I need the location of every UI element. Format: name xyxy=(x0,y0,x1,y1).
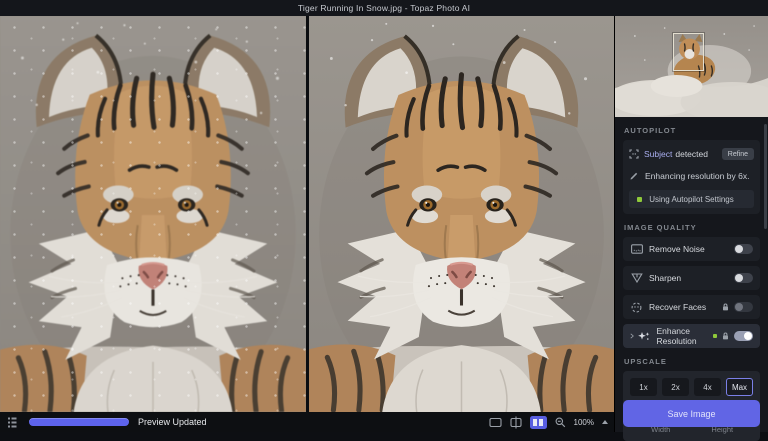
split-view-icon[interactable] xyxy=(510,416,522,429)
comparison-canvas xyxy=(0,16,614,412)
autopilot-header: AUTOPILOT xyxy=(624,126,759,135)
enhance-resolution-label: Enhance Resolution xyxy=(656,326,713,346)
save-image-button[interactable]: Save Image xyxy=(623,400,760,427)
before-image[interactable] xyxy=(0,16,306,412)
upscale-header: UPSCALE xyxy=(624,357,759,366)
autopilot-settings-button[interactable]: Using Autopilot Settings xyxy=(629,190,754,208)
enhancing-text: Enhancing resolution by 6x. xyxy=(645,171,749,181)
sharpen-label: Sharpen xyxy=(649,273,681,283)
enhance-resolution-toggle[interactable] xyxy=(734,331,753,341)
noise-icon xyxy=(630,244,643,254)
enhance-resolution-row[interactable]: Enhance Resolution xyxy=(623,324,760,348)
zoom-out-icon[interactable] xyxy=(555,417,566,428)
edit-pencil-icon xyxy=(629,171,639,181)
sharpen-icon xyxy=(630,273,643,283)
refine-button[interactable]: Refine xyxy=(722,148,754,160)
scale-2x-button[interactable]: 2x xyxy=(662,378,689,396)
zoom-caret-icon[interactable] xyxy=(602,420,608,424)
autopilot-status-dot xyxy=(637,197,642,202)
chevron-right-icon[interactable] xyxy=(630,332,634,340)
remove-noise-label: Remove Noise xyxy=(649,244,705,254)
image-quality-header: IMAGE QUALITY xyxy=(624,223,759,232)
subject-detected-row: Subject detected Refine xyxy=(629,146,754,162)
after-image[interactable] xyxy=(309,16,614,412)
enhance-status-dot xyxy=(713,334,717,338)
side-by-side-view-icon[interactable] xyxy=(530,416,547,429)
progress-bar xyxy=(29,418,129,426)
sharpen-row[interactable]: Sharpen xyxy=(623,266,760,290)
settings-sidebar: AUTOPILOT Subject detected Refine Enhanc… xyxy=(614,16,768,432)
subject-frame-icon xyxy=(629,149,639,159)
recover-faces-label: Recover Faces xyxy=(649,302,706,312)
queue-icon[interactable] xyxy=(8,417,17,428)
zoom-level[interactable]: 100% xyxy=(574,418,594,427)
lock-icon xyxy=(722,303,729,311)
remove-noise-row[interactable]: Remove Noise xyxy=(623,237,760,261)
navigator-viewport-box[interactable] xyxy=(673,33,704,71)
single-view-icon[interactable] xyxy=(489,417,502,428)
remove-noise-toggle[interactable] xyxy=(734,244,753,254)
sparkles-icon xyxy=(638,331,650,342)
status-text: Preview Updated xyxy=(138,417,207,427)
enhancing-row: Enhancing resolution by 6x. xyxy=(629,170,754,182)
lock-icon xyxy=(722,332,729,340)
status-bar: Preview Updated 100% xyxy=(0,412,614,432)
sharpen-toggle[interactable] xyxy=(734,273,753,283)
recover-faces-toggle[interactable] xyxy=(734,302,753,312)
scale-4x-button[interactable]: 4x xyxy=(694,378,721,396)
autopilot-settings-label: Using Autopilot Settings xyxy=(649,195,734,204)
autopilot-card: Subject detected Refine Enhancing resolu… xyxy=(623,140,760,214)
scale-max-button[interactable]: Max xyxy=(726,378,753,396)
face-icon xyxy=(630,302,643,313)
subject-status: detected xyxy=(675,149,708,159)
recover-faces-row[interactable]: Recover Faces xyxy=(623,295,760,319)
navigator-thumbnail[interactable] xyxy=(615,16,768,117)
window-title: Tiger Running In Snow.jpg - Topaz Photo … xyxy=(0,0,768,16)
sidebar-scrollbar[interactable] xyxy=(764,124,767,229)
subject-label: Subject xyxy=(644,149,672,159)
scale-1x-button[interactable]: 1x xyxy=(630,378,657,396)
